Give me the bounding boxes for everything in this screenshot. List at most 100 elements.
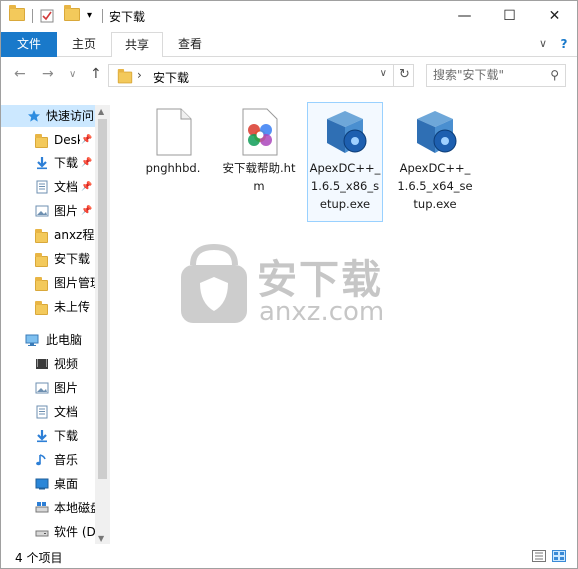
search-icon[interactable]: ⚲	[550, 68, 559, 82]
sidebar-item-picture-management[interactable]: 图片管理	[1, 272, 96, 294]
explorer-window: ▾ 安下载 — ☐ ✕ 文件 主页 共享 查看 ∨ ? ← → ∨ ↑ › 安下…	[0, 0, 578, 569]
help-button[interactable]: ?	[554, 32, 574, 57]
sidebar-item-label: 下载	[54, 429, 79, 443]
shield-logo-icon	[181, 243, 247, 323]
drive-icon	[35, 530, 49, 537]
pin-icon: 📌	[81, 158, 93, 168]
computer-icon	[25, 334, 39, 346]
watermark: 安下载 anxz.com	[179, 243, 399, 333]
scroll-down-icon[interactable]: ▼	[98, 534, 104, 543]
sidebar-item-videos[interactable]: 视频	[1, 353, 96, 375]
file-list: pnghhbd. 安下载帮助.htm ApexDC++_1.6.5_x86_se…	[111, 93, 577, 544]
sidebar-item-drive-d[interactable]: 软件 (D	[1, 521, 96, 543]
file-name: 安下载帮助.htm	[222, 161, 296, 193]
file-name: ApexDC++_1.6.5_x64_setup.exe	[397, 161, 473, 211]
ribbon-collapse-button[interactable]: ∨	[533, 32, 553, 57]
close-button[interactable]: ✕	[532, 1, 577, 31]
sidebar-scrollbar[interactable]: ▲ ▼	[95, 105, 110, 545]
document-icon	[36, 180, 48, 194]
sidebar-item-quick-access[interactable]: 快速访问	[1, 105, 96, 127]
maximize-button[interactable]: ☐	[487, 1, 532, 31]
sidebar-item-label: 下载	[54, 156, 79, 170]
sidebar-item-label: Desk	[54, 133, 80, 147]
scroll-thumb[interactable]	[98, 119, 107, 479]
breadcrumb-arrow[interactable]: ›	[137, 68, 142, 82]
ribbon-tabs: 文件 主页 共享 查看 ∨ ?	[1, 32, 577, 58]
sidebar-item-label: 音乐	[54, 453, 79, 467]
sidebar-item-label: 图片	[54, 204, 79, 218]
folder-icon	[35, 133, 49, 148]
pin-icon: 📌	[81, 135, 93, 145]
sidebar-item-pc-documents[interactable]: 文档	[1, 401, 96, 423]
sidebar-item-label: 未上传	[54, 300, 91, 314]
htm-file-icon	[235, 107, 283, 157]
sidebar-item-label: 此电脑	[46, 333, 83, 347]
breadcrumb[interactable]: 安下载	[153, 69, 189, 86]
up-button[interactable]: ↑	[90, 66, 102, 82]
search-input[interactable]	[433, 68, 543, 82]
details-view-icon[interactable]	[532, 550, 546, 562]
tab-home[interactable]: 主页	[58, 32, 110, 57]
sidebar-item-local-disk[interactable]: 本地磁盘	[1, 497, 96, 519]
status-bar: 4 个项目	[1, 544, 577, 568]
tab-file[interactable]: 文件	[1, 32, 57, 57]
sidebar-item-label: 图片	[54, 381, 79, 395]
properties-icon[interactable]	[39, 8, 55, 26]
sidebar-item-pictures[interactable]: 图片 📌	[1, 200, 96, 222]
sidebar-item-downloads[interactable]: 下载 📌	[1, 152, 96, 174]
search-box[interactable]: ⚲	[426, 64, 566, 87]
tab-view[interactable]: 查看	[164, 32, 216, 57]
folder-icon	[35, 276, 49, 291]
large-icons-view-icon[interactable]	[552, 550, 566, 562]
divider	[32, 9, 33, 23]
sidebar-item-music[interactable]: 音乐	[1, 449, 96, 471]
sidebar-item-this-pc[interactable]: 此电脑	[1, 329, 96, 351]
sidebar-item-label: 快速访问	[46, 109, 95, 123]
sidebar-item-documents[interactable]: 文档 📌	[1, 176, 96, 198]
folder-icon	[9, 5, 25, 26]
scroll-up-icon[interactable]: ▲	[98, 107, 104, 116]
sidebar-item-pc-pictures[interactable]: 图片	[1, 377, 96, 399]
sidebar-item-label: 图片管理	[54, 276, 96, 290]
folder-icon	[117, 68, 133, 84]
sidebar-item-label: anxz程序	[54, 228, 96, 242]
window-title: 安下载	[109, 10, 146, 24]
document-icon	[36, 405, 48, 419]
customize-toolbar-icon[interactable]: ▾	[87, 10, 92, 28]
desktop-icon	[35, 478, 49, 490]
divider	[102, 9, 103, 23]
file-item[interactable]: ApexDC++_1.6.5_x64_setup.exe	[397, 103, 473, 213]
installer-icon	[411, 107, 459, 157]
sidebar-item-label: 桌面	[54, 477, 79, 491]
picture-icon	[35, 205, 49, 217]
sidebar-item-label: 本地磁盘	[54, 501, 96, 515]
forward-button[interactable]: →	[42, 66, 54, 82]
pin-icon: 📌	[81, 206, 93, 216]
sidebar-item-label: 文档	[54, 405, 79, 419]
sidebar-item-label: 视频	[54, 357, 79, 371]
music-icon	[36, 454, 46, 466]
sidebar-item-pc-downloads[interactable]: 下载	[1, 425, 96, 447]
back-button[interactable]: ←	[14, 66, 26, 82]
recent-locations-button[interactable]: ∨	[69, 69, 76, 80]
new-folder-icon[interactable]	[64, 5, 80, 26]
file-item[interactable]: ApexDC++_1.6.5_x86_setup.exe	[307, 102, 383, 222]
sidebar-item-anxz[interactable]: anxz程序	[1, 224, 96, 246]
folder-icon	[35, 300, 49, 315]
download-icon	[37, 430, 47, 443]
sidebar-item-anxiazai[interactable]: 安下载	[1, 248, 96, 270]
file-item[interactable]: 安下载帮助.htm	[221, 103, 297, 195]
minimize-button[interactable]: —	[442, 1, 487, 31]
item-count: 4 个项目	[15, 551, 63, 565]
folder-icon	[35, 228, 49, 243]
file-item[interactable]: pnghhbd.	[135, 103, 211, 177]
tab-share[interactable]: 共享	[111, 32, 163, 58]
star-icon	[28, 110, 40, 122]
sidebar-item-not-uploaded[interactable]: 未上传	[1, 296, 96, 318]
sidebar-item-desktop[interactable]: Desk 📌	[1, 129, 96, 151]
installer-icon	[321, 107, 369, 157]
address-bar[interactable]: › 安下载 ∨	[108, 64, 414, 87]
refresh-button[interactable]: ↻	[393, 64, 415, 87]
sidebar-item-desktop-pc[interactable]: 桌面	[1, 473, 96, 495]
address-dropdown-button[interactable]: ∨	[380, 68, 387, 79]
